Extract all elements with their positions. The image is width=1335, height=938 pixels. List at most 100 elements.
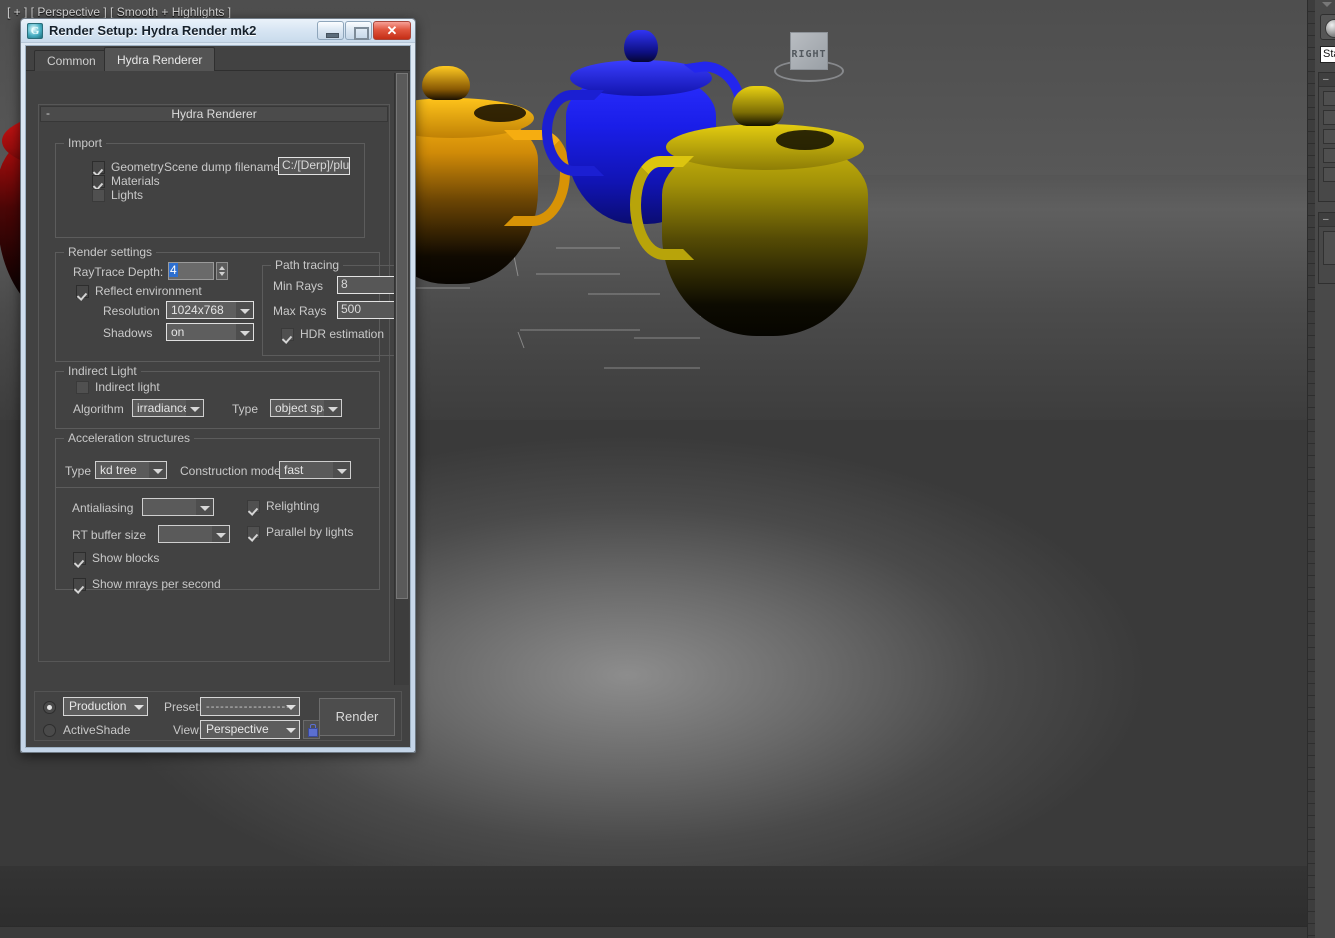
- accel-type-value: kd tree: [100, 463, 137, 477]
- command-panel-rail: [1308, 0, 1315, 938]
- max-workspace: FRONT z y x: [0, 0, 1335, 938]
- tab-hydra-renderer[interactable]: Hydra Renderer: [104, 47, 215, 71]
- checkbox-show-blocks-label: Show blocks: [92, 551, 159, 565]
- rollout-collapse-icon[interactable]: –: [1319, 213, 1335, 227]
- command-panel[interactable]: Sta – –: [1307, 0, 1335, 938]
- close-icon: ✕: [374, 22, 410, 39]
- checkbox-hdr-estimation-label: HDR estimation: [300, 327, 384, 341]
- rollout-header[interactable]: - Hydra Renderer: [40, 106, 388, 122]
- viewcube-face-label[interactable]: RIGHT: [790, 32, 828, 70]
- dialog-scrollbar[interactable]: [394, 73, 409, 685]
- min-rays-label: Min Rays: [273, 279, 323, 293]
- rollout-panel-1[interactable]: –: [1318, 72, 1335, 202]
- radio-production[interactable]: [43, 701, 56, 714]
- rt-buffer-size-label: RT buffer size: [72, 528, 146, 542]
- chevron-down-icon[interactable]: [286, 705, 296, 710]
- dialog-titlebar[interactable]: Render Setup: Hydra Render mk2 ✕: [21, 19, 415, 43]
- checkbox-indirect-light[interactable]: [76, 381, 89, 394]
- view-dropdown[interactable]: Perspective: [200, 720, 300, 739]
- rollout-collapse-icon[interactable]: –: [1319, 73, 1335, 87]
- render-setup-dialog[interactable]: Render Setup: Hydra Render mk2 ✕ Common …: [20, 18, 416, 753]
- chevron-down-icon[interactable]: [286, 728, 296, 733]
- checkbox-relighting[interactable]: [247, 500, 260, 513]
- group-indirect-light: Indirect Light Indirect light Algorithm …: [55, 371, 380, 429]
- dialog-body: Common Hydra Renderer - Hydra Renderer I…: [25, 45, 411, 748]
- indirect-type-dropdown[interactable]: object spa: [270, 399, 342, 417]
- scrollbar-thumb[interactable]: [396, 73, 408, 599]
- chevron-down-icon[interactable]: [149, 462, 166, 478]
- rollout-field[interactable]: [1323, 231, 1335, 265]
- checkbox-reflect-environment-label: Reflect environment: [95, 284, 202, 298]
- maximize-button[interactable]: [345, 21, 372, 40]
- rollout-field[interactable]: [1323, 129, 1335, 144]
- checkbox-show-mrays[interactable]: [73, 578, 86, 591]
- checkbox-show-blocks[interactable]: [73, 552, 86, 565]
- teapot-knob: [422, 66, 470, 100]
- group-render-settings: Render settings RayTrace Depth: 4 Reflec…: [55, 252, 380, 362]
- chevron-down-icon[interactable]: [196, 499, 213, 515]
- algorithm-label: Algorithm: [73, 402, 124, 416]
- maximize-icon: [346, 22, 371, 39]
- radio-activeshade[interactable]: [43, 724, 56, 737]
- dialog-tabs[interactable]: Common Hydra Renderer: [26, 46, 410, 71]
- checkbox-parallel-by-lights[interactable]: [247, 526, 260, 539]
- raytrace-depth-input[interactable]: 4: [168, 262, 214, 280]
- min-rays-input[interactable]: 8: [337, 276, 395, 294]
- lock-view-button[interactable]: [303, 720, 320, 739]
- render-setup-icon: [27, 23, 43, 39]
- algorithm-dropdown[interactable]: irradiance: [132, 399, 204, 417]
- checkbox-show-mrays-label: Show mrays per second: [92, 577, 221, 591]
- teapot-knob: [732, 86, 784, 126]
- tab-common[interactable]: Common: [34, 50, 109, 71]
- resolution-label: Resolution: [103, 304, 160, 318]
- teapot-lid: [666, 124, 864, 170]
- rollout-field[interactable]: [1323, 167, 1335, 182]
- construction-mode-dropdown[interactable]: fast: [279, 461, 351, 479]
- dialog-title: Render Setup: Hydra Render mk2: [49, 23, 256, 38]
- chevron-down-icon[interactable]: [186, 400, 203, 416]
- max-rays-input[interactable]: 500: [337, 301, 395, 319]
- rt-buffer-size-dropdown[interactable]: [158, 525, 230, 543]
- rollout-field[interactable]: [1323, 148, 1335, 163]
- viewcube-right[interactable]: RIGHT: [768, 28, 848, 88]
- production-label: Production: [69, 699, 126, 713]
- raytrace-depth-label: RayTrace Depth:: [73, 265, 163, 279]
- checkbox-parallel-by-lights-label: Parallel by lights: [266, 525, 353, 539]
- checkbox-hdr-estimation[interactable]: [281, 328, 294, 341]
- collapse-icon[interactable]: -: [46, 106, 50, 120]
- construction-mode-value: fast: [284, 463, 303, 477]
- preset-dropdown[interactable]: - - - - - - - - - - - - - - - - - -: [200, 697, 300, 716]
- name-field[interactable]: Sta: [1320, 46, 1335, 63]
- shadows-dropdown[interactable]: on: [166, 323, 254, 341]
- checkbox-geometry[interactable]: [92, 161, 105, 174]
- antialiasing-dropdown[interactable]: [142, 498, 214, 516]
- chevron-down-icon[interactable]: [333, 462, 350, 478]
- rollout-panel-2[interactable]: –: [1318, 212, 1335, 284]
- chevron-up-icon[interactable]: [1322, 2, 1332, 7]
- window-buttons[interactable]: ✕: [316, 21, 411, 40]
- chevron-down-icon[interactable]: [324, 400, 341, 416]
- chevron-down-icon[interactable]: [236, 302, 253, 318]
- checkbox-materials[interactable]: [92, 175, 105, 188]
- checkbox-lights[interactable]: [92, 189, 105, 202]
- chevron-down-icon[interactable]: [134, 705, 144, 710]
- group-title: Render settings: [64, 245, 156, 259]
- accel-type-dropdown[interactable]: kd tree: [95, 461, 167, 479]
- close-button[interactable]: ✕: [373, 21, 411, 40]
- tab-label: Common: [47, 54, 96, 68]
- chevron-down-icon[interactable]: [236, 324, 253, 340]
- render-button[interactable]: Render: [319, 698, 395, 736]
- raytrace-depth-value: 4: [169, 263, 178, 277]
- minimize-button[interactable]: [317, 21, 344, 40]
- rollout-field[interactable]: [1323, 110, 1335, 125]
- minimize-icon: [318, 22, 343, 39]
- chevron-down-icon[interactable]: [212, 526, 229, 542]
- resolution-dropdown[interactable]: 1024x768: [166, 301, 254, 319]
- scene-dump-filename-input[interactable]: C:/[Derp]/plu: [278, 157, 350, 175]
- production-dropdown[interactable]: Production: [63, 697, 148, 716]
- sphere-preview-icon[interactable]: [1320, 14, 1335, 40]
- rollout-field[interactable]: [1323, 91, 1335, 106]
- checkbox-reflect-environment[interactable]: [76, 285, 89, 298]
- teapot-yellow[interactable]: [636, 82, 868, 342]
- raytrace-depth-stepper[interactable]: [216, 262, 228, 280]
